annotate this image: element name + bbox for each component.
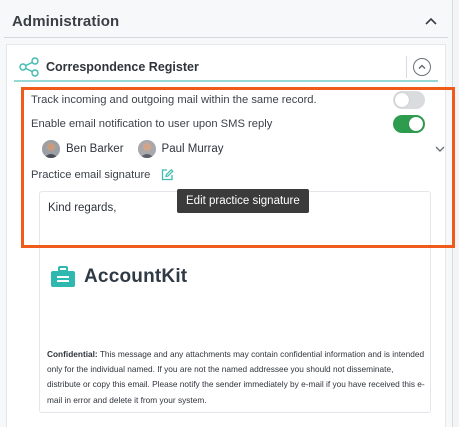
user-chip[interactable]: Paul Murray (137, 140, 224, 158)
avatar (42, 140, 60, 158)
sms-notification-label: Enable email notification to user upon S… (31, 118, 273, 130)
user-name: Paul Murray (161, 143, 224, 155)
logo-text: AccountKit (84, 266, 188, 287)
section-header[interactable]: Correspondence Register (12, 52, 440, 82)
administration-title: Administration (12, 12, 120, 30)
administration-header[interactable]: Administration (4, 6, 448, 36)
section-underline (14, 80, 438, 82)
confidentiality-disclaimer: Confidential: This message and any attac… (47, 347, 425, 408)
disclaimer-title: Confidential: (47, 349, 98, 359)
header-divider (4, 37, 448, 38)
signature-label: Practice email signature (31, 169, 151, 181)
user-chip[interactable]: Ben Barker (42, 140, 124, 158)
disclaimer-body: This message and any attachments may con… (47, 349, 425, 405)
collapse-divider (406, 56, 407, 78)
avatar (137, 140, 156, 158)
chevron-down-icon[interactable] (434, 143, 446, 155)
toggle-knob (409, 117, 423, 131)
user-name: Ben Barker (66, 143, 124, 155)
track-mail-label: Track incoming and outgoing mail within … (31, 94, 317, 106)
toggle-knob (395, 93, 409, 107)
track-mail-toggle[interactable] (393, 91, 425, 109)
section-title: Correspondence Register (46, 60, 199, 74)
edit-signature-tooltip: Edit practice signature (177, 189, 309, 213)
share-icon (19, 57, 39, 77)
company-logo: AccountKit (50, 266, 187, 288)
edit-icon[interactable] (160, 168, 175, 182)
notified-users: Ben Barker Paul Murray (42, 140, 238, 158)
collapse-section-button[interactable] (413, 58, 431, 76)
chevron-up-icon (418, 64, 426, 69)
briefcase-logo-icon (51, 266, 75, 287)
signature-label-row: Practice email signature (31, 168, 175, 182)
signature-greeting: Kind regards, (48, 202, 117, 214)
sms-notification-toggle[interactable] (393, 115, 425, 133)
chevron-up-icon[interactable] (424, 14, 438, 28)
